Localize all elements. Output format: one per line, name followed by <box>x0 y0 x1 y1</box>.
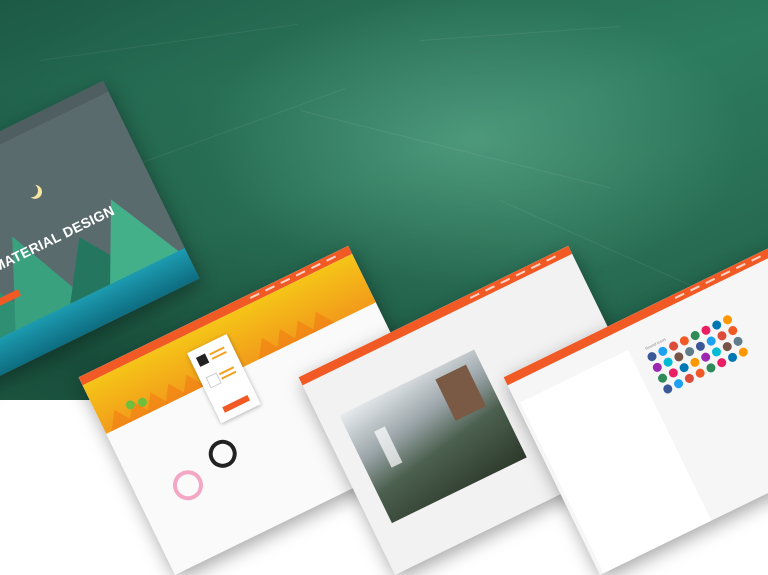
social-round-icon[interactable] <box>689 329 702 342</box>
social-round-icon[interactable] <box>678 361 691 374</box>
social-round-icon[interactable] <box>699 324 712 337</box>
social-round-icon[interactable] <box>672 377 685 390</box>
social-round-icon[interactable] <box>737 346 750 359</box>
watch-product[interactable] <box>203 435 242 473</box>
checkout-button[interactable] <box>222 395 251 413</box>
social-round-icon[interactable] <box>710 319 723 332</box>
social-round-icon[interactable] <box>667 366 680 379</box>
social-round-icon[interactable] <box>683 372 696 385</box>
social-round-icon[interactable] <box>699 351 712 364</box>
social-round-icon[interactable] <box>651 361 664 374</box>
social-round-icon[interactable] <box>688 356 701 369</box>
social-round-icon[interactable] <box>672 350 685 363</box>
social-round-icon[interactable] <box>662 356 675 369</box>
social-round-icon[interactable] <box>656 345 669 358</box>
social-round-icon[interactable] <box>694 367 707 380</box>
social-round-icon[interactable] <box>715 329 729 342</box>
social-round-icon[interactable] <box>661 382 674 395</box>
social-round-icon[interactable] <box>726 324 739 337</box>
moon-icon <box>22 181 41 200</box>
social-round-icon[interactable] <box>705 335 718 348</box>
social-round-icon[interactable] <box>678 334 691 347</box>
social-round-icon[interactable] <box>704 361 717 374</box>
social-round-icon[interactable] <box>721 313 734 326</box>
social-round-icon[interactable] <box>646 350 659 363</box>
gallery-photo[interactable] <box>339 349 527 524</box>
social-round-icon[interactable] <box>683 345 696 358</box>
social-round-icon[interactable] <box>710 345 723 358</box>
round-icon-grid <box>646 313 750 395</box>
social-round-icon[interactable] <box>721 340 734 353</box>
product-thumb <box>195 353 210 367</box>
bracelet-product[interactable] <box>167 465 209 506</box>
social-round-icon[interactable] <box>667 340 680 353</box>
social-round-icon[interactable] <box>715 356 728 369</box>
social-round-icon[interactable] <box>656 372 669 385</box>
social-round-icon[interactable] <box>726 351 739 364</box>
social-round-icon[interactable] <box>732 335 745 348</box>
social-round-icon[interactable] <box>694 340 707 353</box>
